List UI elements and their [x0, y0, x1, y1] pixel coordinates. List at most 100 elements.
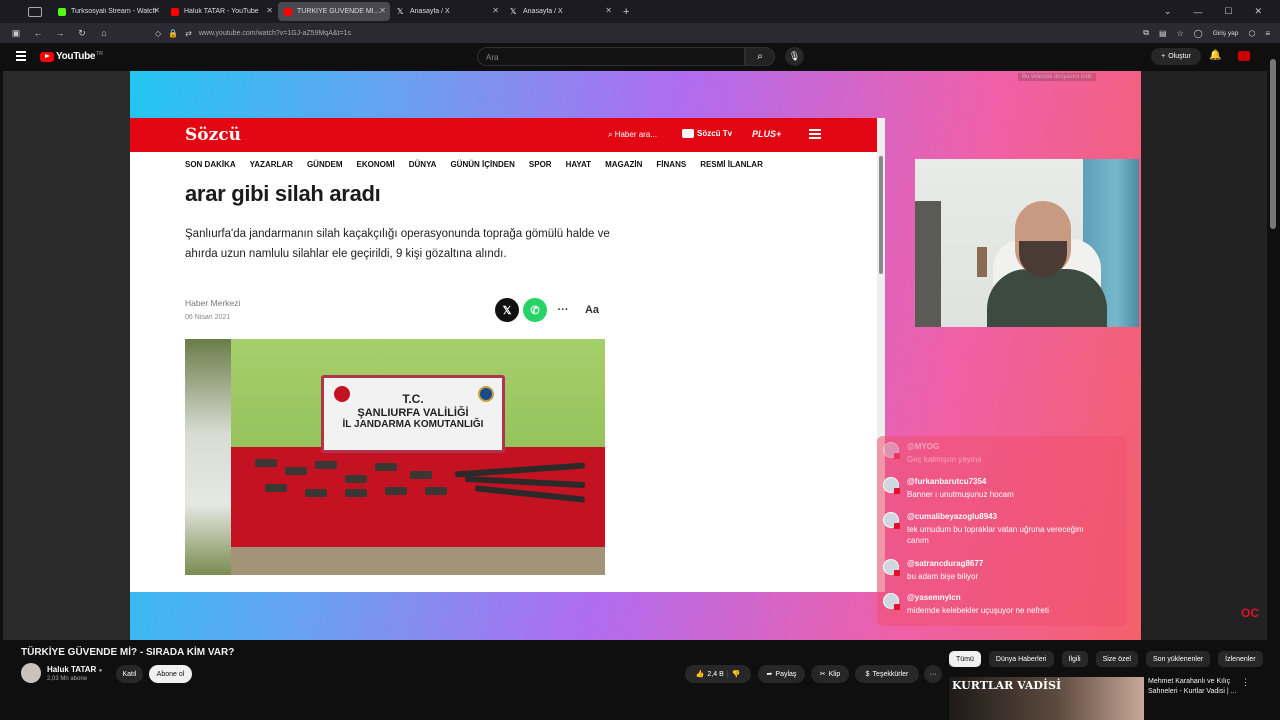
home-icon[interactable]: ⌂	[98, 28, 110, 38]
close-window-icon[interactable]: ✕	[1254, 6, 1262, 17]
lock-icon[interactable]: 🔒	[168, 29, 178, 38]
page-scrollbar[interactable]	[1267, 43, 1280, 720]
more-dots-icon: ···	[557, 304, 569, 316]
category-item: YAZARLAR	[249, 160, 293, 169]
category-item: RESMİ İLANLAR	[700, 160, 763, 169]
clip-button[interactable]: ✂ Klip	[811, 665, 849, 683]
like-dislike-group: 👍 2,4 B | 👎	[685, 665, 751, 683]
chip-for-you[interactable]: Size özel	[1095, 651, 1138, 667]
create-button[interactable]: + Oluştur	[1151, 48, 1201, 65]
extensions-icon[interactable]: ⬡	[1248, 29, 1255, 38]
related-filter-chips: Tümü Dünya Haberleri İlgili Size özel So…	[949, 651, 1263, 667]
sidebar-toggle-icon[interactable]: ▣	[10, 28, 22, 39]
menu-icon[interactable]: ≡	[1265, 29, 1270, 38]
close-tab-icon[interactable]: ✕	[379, 6, 386, 15]
video-title: TÜRKİYE GÜVENDE Mİ? - SIRADA KİM VAR?	[21, 647, 235, 658]
window-controls: ⌄ — ☐ ✕	[1164, 0, 1280, 23]
article-date: 06 Nisan 2021	[185, 314, 231, 321]
tab-list-icon[interactable]: ⌄	[1164, 6, 1172, 17]
youtube-icon	[171, 7, 179, 16]
channel-avatar[interactable]	[21, 663, 41, 683]
forward-icon[interactable]: →	[54, 28, 66, 38]
close-tab-icon[interactable]: ✕	[266, 6, 273, 15]
browser-tab-bar: Turksosyali Stream - Watch ✕ Haluk TATAR…	[0, 0, 1280, 23]
thanks-button[interactable]: $ Teşekkürler	[855, 665, 919, 683]
chip-world-news[interactable]: Dünya Haberleri	[988, 651, 1054, 667]
suggested-more-icon[interactable]: ⋮	[1241, 677, 1250, 688]
browser-tab[interactable]: 𝕏 Anasayfa / X ✕	[504, 2, 616, 21]
tab-overview-icon[interactable]	[28, 6, 42, 17]
youtube-header: YouTube TR Ara ⌕ 🎙 + Oluştur 🔔	[0, 43, 1280, 71]
subscribe-button[interactable]: Abone ol	[149, 665, 192, 683]
subscriber-count: 2,03 Mn abone	[47, 676, 88, 682]
sign-in-label[interactable]: Giriş yap	[1213, 30, 1239, 37]
suggested-video-title[interactable]: Mehmet Karahanlı ve Kılıç Sahneleri - Ku…	[1148, 677, 1240, 697]
plus-icon: +	[1161, 53, 1166, 60]
category-item: DÜNYA	[408, 160, 437, 169]
font-size-icon: Aa	[584, 304, 600, 316]
share-button[interactable]: ➦ Paylaş	[758, 665, 805, 683]
verified-icon: ●	[98, 668, 103, 674]
search-button[interactable]: ⌕	[745, 47, 775, 66]
suggested-video-thumbnail[interactable]: KURTLAR VADİSİ	[949, 677, 1144, 720]
close-tab-icon[interactable]: ✕	[605, 6, 612, 15]
picture-in-picture-icon[interactable]: ⧉	[1143, 28, 1149, 38]
video-player[interactable]: Bu videoda dosyasını indir Sözcü ⌕ Haber…	[3, 71, 1267, 640]
address-bar[interactable]: ◇ 🔒 ⇄ www.youtube.com/watch?v=1GJ-aZ59Mq…	[155, 26, 1085, 40]
article-title: arar gibi silah aradı	[185, 181, 381, 206]
article-author: Haber Merkezi	[185, 298, 241, 308]
live-chat-overlay: @MYOG Geç kalmışım yayına @furkanbarutcu…	[877, 436, 1127, 626]
youtube-play-icon	[40, 51, 54, 62]
category-item: SON DAKİKA	[185, 160, 236, 169]
category-item: SPOR	[528, 160, 552, 169]
browser-tab[interactable]: Haluk TATAR - YouTube ✕	[165, 2, 277, 21]
chip-related[interactable]: İlgili	[1061, 651, 1088, 667]
category-item: GÜNÜN İÇİNDEN	[450, 160, 515, 169]
channel-name[interactable]: Haluk TATAR ●	[47, 665, 102, 674]
dislike-icon[interactable]: 👎	[732, 670, 741, 678]
youtube-logo[interactable]: YouTube TR	[40, 51, 103, 62]
more-dots-icon: ···	[929, 670, 937, 678]
chip-all[interactable]: Tümü	[949, 651, 981, 667]
search-input[interactable]: Ara	[477, 47, 745, 66]
browser-tab-active[interactable]: TÜRKİYE GÜVENDE Mİ? - SIRAD ✕	[278, 2, 390, 21]
permissions-icon[interactable]: ⇄	[185, 29, 192, 38]
account-icon[interactable]: ◯	[1194, 29, 1203, 38]
new-tab-icon[interactable]: +	[623, 6, 629, 18]
close-tab-icon[interactable]: ✕	[153, 6, 160, 15]
join-button[interactable]: Katıl	[116, 665, 143, 683]
chip-recent[interactable]: Son yüklenenler	[1145, 651, 1211, 667]
shield-icon[interactable]: ◇	[155, 29, 161, 38]
minimize-icon[interactable]: —	[1193, 7, 1202, 17]
chat-avatar	[883, 559, 900, 576]
more-actions-button[interactable]: ···	[924, 665, 942, 683]
channel-watermark: OC	[1241, 606, 1259, 620]
close-tab-icon[interactable]: ✕	[492, 6, 499, 15]
hamburger-menu-icon[interactable]	[16, 51, 26, 61]
reload-icon[interactable]: ↻	[76, 28, 88, 39]
voice-search-button[interactable]: 🎙	[785, 47, 804, 66]
like-icon[interactable]: 👍	[696, 670, 705, 678]
article-lead: Şanlıurfa'da jandarmanın silah kaçakçılı…	[185, 228, 610, 260]
like-count[interactable]: 2,4 B	[707, 671, 723, 678]
chip-watched[interactable]: İzlenenler	[1218, 651, 1263, 667]
category-item: MAGAZİN	[605, 160, 643, 169]
reader-icon[interactable]: ▤	[1159, 29, 1167, 38]
youtube-icon	[284, 7, 292, 16]
toolbar-right: ⧉ ▤ ☆ ◯ Giriş yap ⬡ ≡	[1143, 23, 1270, 43]
video-info-note: Bu videoda dosyasını indir	[1018, 73, 1097, 81]
share-icon: ➦	[766, 671, 773, 678]
whatsapp-share-icon: ✆	[523, 298, 547, 322]
x-logo-icon: 𝕏	[397, 6, 404, 16]
x-share-icon: 𝕏	[495, 298, 519, 322]
bookmark-star-icon[interactable]: ☆	[1177, 29, 1184, 38]
back-icon[interactable]: ←	[32, 28, 44, 38]
category-item: FİNANS	[656, 160, 687, 169]
notifications-bell-icon[interactable]: 🔔	[1209, 50, 1221, 61]
sozcu-menu-icon	[809, 129, 821, 141]
news-article-screen: Sözcü ⌕ Haber ara... Sözcü Tv PLUS+ SON …	[130, 118, 885, 592]
maximize-icon[interactable]: ☐	[1224, 6, 1232, 17]
browser-tab[interactable]: 𝕏 Anasayfa / X ✕	[391, 2, 503, 21]
user-avatar[interactable]	[1238, 51, 1250, 61]
browser-tab[interactable]: Turksosyali Stream - Watch ✕	[52, 2, 164, 21]
